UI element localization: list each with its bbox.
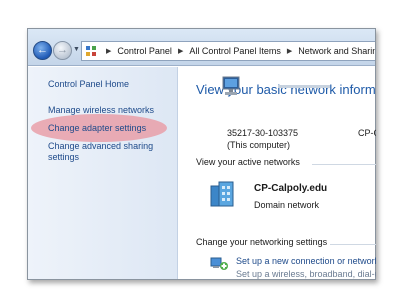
nav-change-adapter-settings[interactable]: Change adapter settings (48, 123, 146, 133)
breadcrumb-network-sharing[interactable]: Network and Sharing Center (298, 46, 375, 56)
domain-network-icon (210, 181, 234, 207)
breadcrumb-all-items[interactable]: All Control Panel Items (189, 46, 281, 56)
new-connection-icon (210, 257, 228, 270)
network-map-connector (278, 85, 330, 88)
section-divider (330, 244, 376, 245)
breadcrumb-control-panel[interactable]: Control Panel (117, 46, 172, 56)
computer-note: (This computer) (227, 140, 291, 150)
network-node-label: CP-Calpoly.edu (358, 128, 376, 138)
navigation-toolbar: ← → ▼ ▶ Control Panel ▶ All Control Pane… (28, 29, 375, 66)
active-network-name: CP-Calpoly.edu (254, 183, 328, 194)
breadcrumb: ▶ Control Panel ▶ All Control Panel Item… (100, 42, 375, 60)
nav-manage-wireless-networks[interactable]: Manage wireless networks (48, 105, 154, 115)
breadcrumb-separator-icon[interactable]: ▶ (106, 47, 111, 55)
nav-control-panel-home[interactable]: Control Panel Home (48, 79, 129, 89)
computer-name: 35217-30-103375 (227, 128, 299, 138)
network-type-link[interactable]: Domain network (254, 200, 319, 210)
control-panel-icon (85, 45, 97, 57)
recent-pages-dropdown-icon[interactable]: ▼ (73, 46, 80, 53)
nav-advanced-sharing-settings[interactable]: settings (48, 152, 79, 162)
nav-change-advanced-sharing[interactable]: Change advanced sharing (48, 141, 153, 151)
task-description: Set up a wireless, broadband, dial-up, a… (236, 269, 376, 279)
task-set-up-new-connection[interactable]: Set up a new connection or network (236, 256, 376, 266)
address-bar[interactable]: ▶ Control Panel ▶ All Control Panel Item… (81, 41, 375, 61)
breadcrumb-separator-icon[interactable]: ▶ (178, 47, 183, 55)
breadcrumb-separator-icon[interactable]: ▶ (287, 47, 292, 55)
networking-settings-heading: Change your networking settings (196, 237, 328, 247)
active-networks-heading: View your active networks (196, 157, 300, 167)
left-navigation-pane (28, 67, 178, 279)
forward-button[interactable]: → (53, 41, 72, 60)
section-divider (312, 164, 376, 165)
computer-icon (222, 76, 240, 95)
main-content (179, 67, 375, 279)
back-button[interactable]: ← (33, 41, 52, 60)
